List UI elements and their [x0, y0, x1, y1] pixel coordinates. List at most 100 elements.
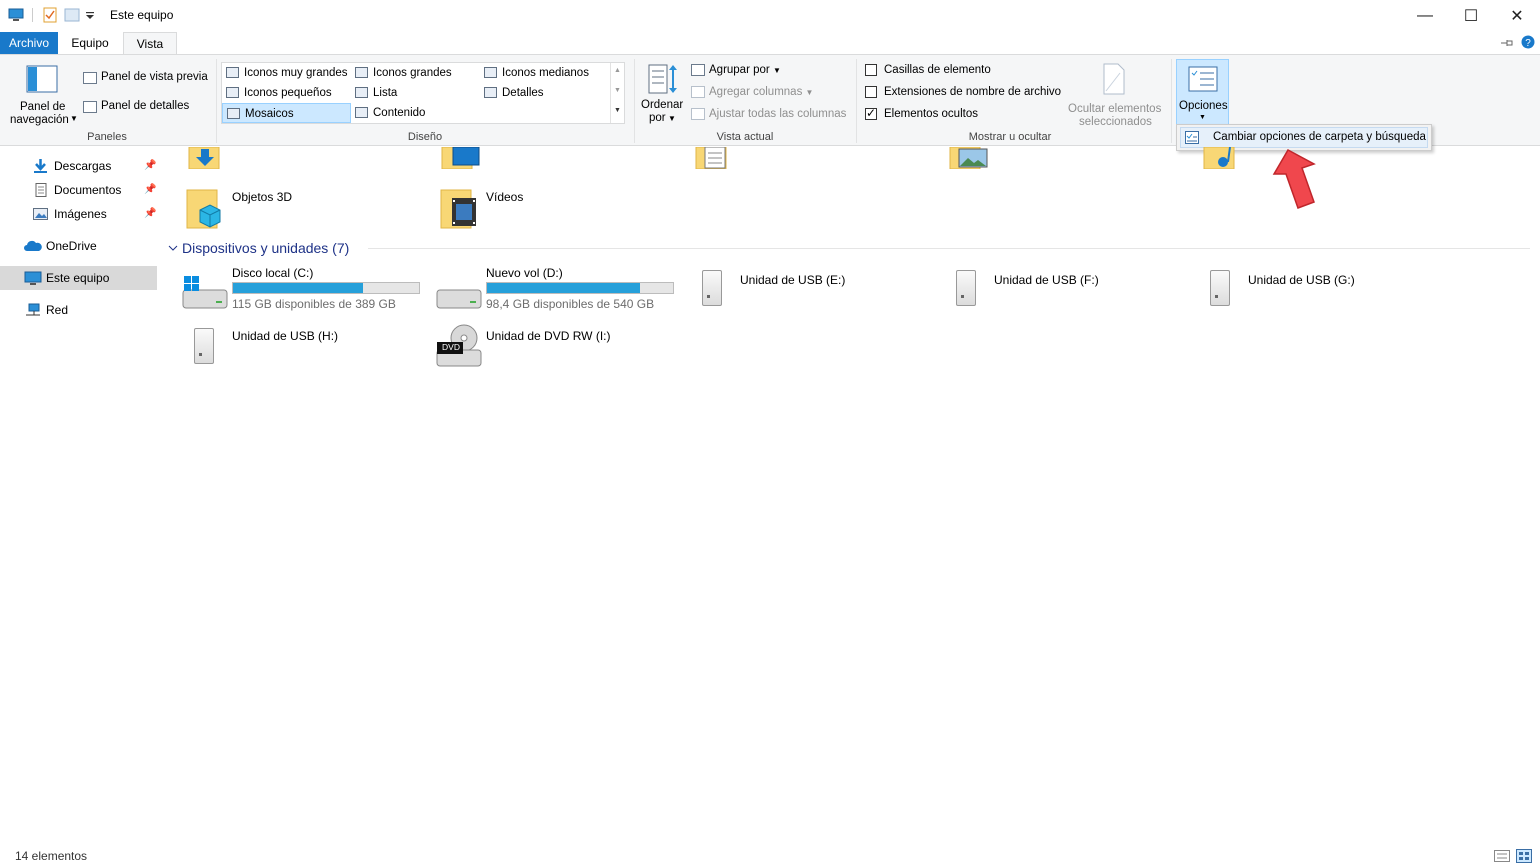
layout-content[interactable]: Contenido	[351, 103, 425, 123]
sort-by-icon	[648, 64, 677, 94]
scroll-down-icon[interactable]: ▼	[614, 87, 621, 94]
drive-name: Unidad de DVD RW (I:)	[486, 329, 611, 343]
close-button[interactable]: ✕	[1494, 0, 1540, 32]
pin-icon: 📌	[144, 184, 157, 195]
large-icons-view-icon[interactable]	[1516, 849, 1532, 863]
file-extensions-checkbox[interactable]	[865, 86, 877, 98]
drive-name: Unidad de USB (G:)	[1248, 273, 1355, 287]
hide-selected-label-1: Ocultar elementos	[1068, 103, 1162, 115]
pin-icon: 📌	[144, 208, 157, 219]
documents-folder-icon[interactable]	[695, 147, 731, 169]
red-arrow-annotation	[1272, 148, 1316, 209]
drive-item[interactable]: Unidad de USB (F:)	[942, 264, 1188, 314]
chevron-down-icon: ▼	[70, 114, 78, 123]
pictures-folder-icon[interactable]	[949, 147, 989, 169]
layout-small-icons[interactable]: Iconos pequeños	[222, 83, 332, 103]
drive-name: Unidad de USB (F:)	[994, 273, 1099, 287]
item-checkboxes-label: Casillas de elemento	[884, 64, 991, 76]
drive-usage-bar	[486, 282, 674, 294]
customize-toolbar-icon[interactable]	[84, 7, 96, 23]
hide-selected-button[interactable]: Ocultar elementos seleccionados	[1066, 59, 1166, 129]
tab-archivo[interactable]: Archivo	[0, 32, 58, 54]
details-pane-button[interactable]: Panel de detalles	[101, 100, 189, 112]
group-by-button[interactable]: Agrupar por ▼	[709, 64, 781, 76]
sidebar-item-red[interactable]: Red	[0, 298, 157, 322]
devices-section-header[interactable]: Dispositivos y unidades (7)	[168, 240, 1530, 256]
drive-item[interactable]: Unidad de USB (G:)	[1196, 264, 1442, 314]
layout-extra-large-icons[interactable]: Iconos muy grandes	[222, 63, 348, 83]
usb-drive-icon	[702, 270, 722, 306]
pin-ribbon-icon[interactable]	[1500, 37, 1514, 49]
preview-pane-button[interactable]: Panel de vista previa	[101, 71, 208, 83]
sort-by-label-2: por	[649, 112, 666, 124]
layout-details[interactable]: Detalles	[480, 83, 544, 103]
help-icon[interactable]: ?	[1521, 35, 1535, 49]
sidebar-item-label: Documentos	[54, 183, 122, 197]
change-folder-options-menu-item[interactable]: Cambiar opciones de carpeta y búsqueda	[1180, 127, 1428, 148]
sort-by-button[interactable]: Ordenar por ▼	[638, 59, 686, 129]
music-folder-icon[interactable]	[1203, 147, 1239, 169]
group-label-show-hide: Mostrar u ocultar	[968, 131, 1052, 143]
downloads-folder-icon[interactable]	[188, 147, 224, 169]
add-columns-label: Agregar columnas	[709, 86, 803, 98]
new-folder-icon[interactable]	[64, 7, 80, 23]
layout-item-label: Lista	[373, 87, 398, 99]
gallery-expand-icon[interactable]: ▼	[614, 107, 621, 114]
quick-access-divider	[32, 8, 33, 22]
folder-name: Vídeos	[486, 190, 524, 204]
drive-item[interactable]: DVD Unidad de DVD RW (I:)	[434, 322, 680, 372]
sort-by-label-1: Ordenar	[641, 99, 684, 111]
title-bar: Este equipo — ☐ ✕	[0, 0, 1540, 32]
gallery-scroll[interactable]: ▲ ▼ ▼	[610, 63, 625, 123]
hide-selected-label-2: seleccionados	[1079, 116, 1152, 128]
folder-item[interactable]: Vídeos	[438, 184, 668, 230]
layout-medium-icons[interactable]: Iconos medianos	[480, 63, 589, 83]
add-columns-button[interactable]: Agregar columnas ▼	[709, 86, 813, 98]
sidebar-item-descargas[interactable]: Descargas 📌	[0, 154, 157, 178]
desktop-folder-icon[interactable]	[441, 147, 481, 169]
sidebar-item-documentos[interactable]: Documentos 📌	[0, 178, 157, 202]
tab-equipo[interactable]: Equipo	[58, 32, 122, 54]
hidden-items-checkbox[interactable]	[865, 106, 877, 120]
folder-item[interactable]: Objetos 3D	[184, 184, 414, 230]
layout-item-label: Iconos muy grandes	[244, 67, 348, 79]
pin-icon: 📌	[144, 160, 157, 171]
layout-large-icons[interactable]: Iconos grandes	[351, 63, 452, 83]
computer-icon[interactable]	[8, 7, 24, 23]
item-checkboxes-checkbox[interactable]	[865, 64, 877, 76]
network-icon	[26, 303, 40, 316]
maximize-icon: ☐	[1463, 8, 1479, 25]
sidebar-item-imagenes[interactable]: Imágenes 📌	[0, 202, 157, 226]
sidebar-item-label: Red	[46, 303, 69, 317]
navigation-pane-button[interactable]: Panel de navegación ▼	[4, 59, 78, 129]
properties-icon[interactable]	[42, 7, 58, 23]
tab-vista[interactable]: Vista	[123, 32, 177, 55]
scroll-up-icon[interactable]: ▲	[614, 67, 621, 74]
maximize-button[interactable]: ☐	[1448, 0, 1494, 32]
sidebar-item-label: OneDrive	[46, 239, 97, 253]
sidebar-item-label: Descargas	[54, 159, 112, 173]
sidebar-item-onedrive[interactable]: OneDrive	[0, 234, 157, 258]
layout-tiles[interactable]: Mosaicos	[222, 103, 351, 123]
drive-item[interactable]: Unidad de USB (H:)	[180, 322, 426, 372]
drive-free-space: 98,4 GB disponibles de 540 GB	[486, 297, 655, 311]
details-icon	[484, 87, 497, 98]
downloads-icon	[34, 159, 47, 173]
drive-item[interactable]: Nuevo vol (D:) 98,4 GB disponibles de 54…	[434, 264, 680, 314]
navigation-pane-label-1: Panel de	[20, 101, 66, 113]
file-extensions-label: Extensiones de nombre de archivo	[884, 86, 1062, 98]
layout-item-label: Contenido	[373, 107, 426, 119]
ribbon-separator	[216, 59, 217, 143]
layout-list[interactable]: Lista	[351, 83, 397, 103]
fit-columns-button[interactable]: Ajustar todas las columnas	[709, 108, 846, 120]
drive-item[interactable]: Unidad de USB (E:)	[688, 264, 934, 314]
details-view-icon[interactable]	[1494, 850, 1510, 862]
group-label-layout: Diseño	[407, 131, 443, 143]
drive-item[interactable]: Disco local (C:) 115 GB disponibles de 3…	[180, 264, 426, 314]
minimize-button[interactable]: —	[1402, 0, 1448, 32]
large-icons-icon	[355, 67, 368, 78]
sidebar-item-este-equipo[interactable]: Este equipo	[0, 266, 157, 290]
usb-drive-icon	[1210, 270, 1230, 306]
ribbon-separator	[856, 59, 857, 143]
options-button[interactable]: Opciones ▼	[1176, 59, 1229, 125]
